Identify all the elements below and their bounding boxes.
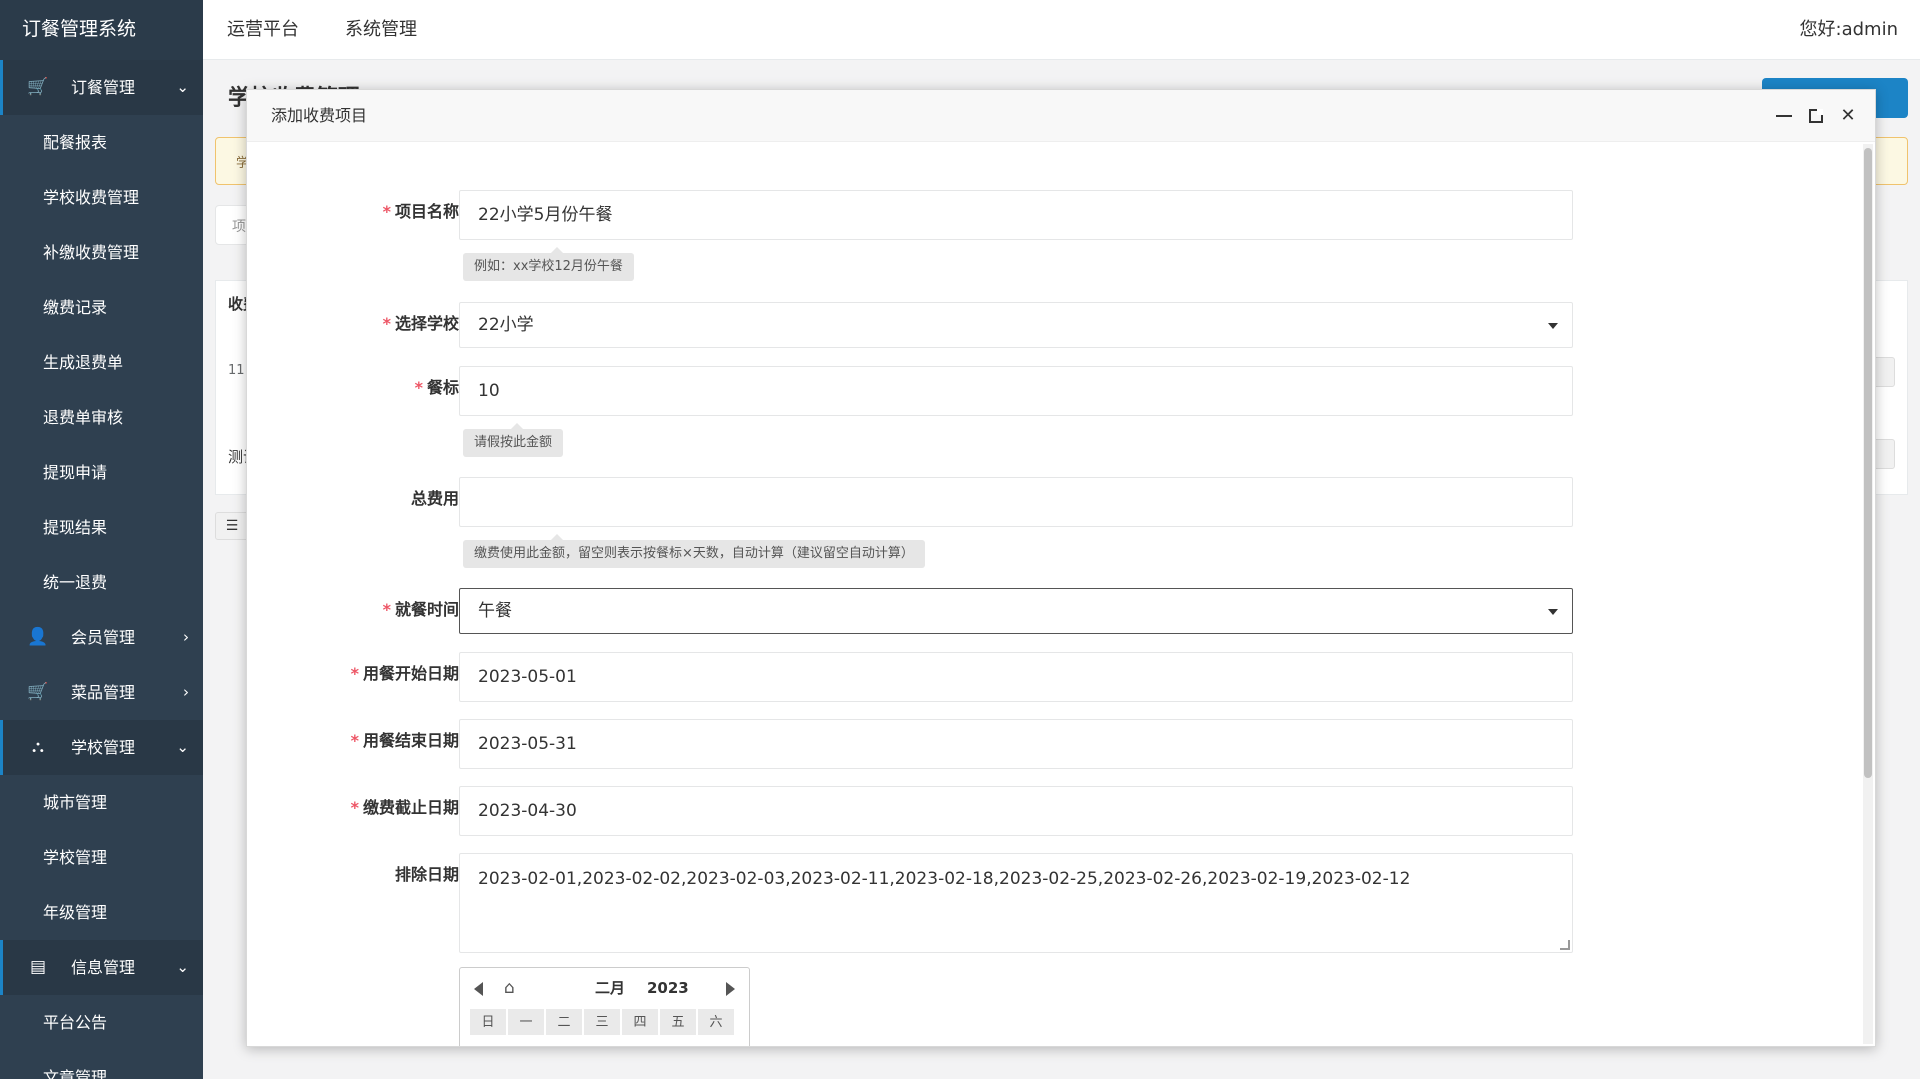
weekday-thu: 四	[621, 1008, 659, 1036]
sitemap-icon: ⛬	[32, 737, 44, 757]
chevron-right-icon: ›	[183, 628, 189, 646]
exclude-dates-value: 2023-02-01,2023-02-02,2023-02-03,2023-02…	[478, 869, 1411, 889]
sidebar-item-withdraw-request[interactable]: 提现申请	[0, 445, 203, 500]
sidebar-item-school-fee[interactable]: 学校收费管理	[0, 170, 203, 225]
menu-group-school[interactable]: ⛬ 学校管理 ⌄	[0, 720, 203, 775]
meal-time-label: * 就餐时间	[382, 600, 459, 619]
chevron-down-icon: ⌄	[176, 958, 189, 976]
date-picker: ⌂ 二月 2023 日 一 二 三 四 五 六	[459, 967, 750, 1046]
deadline-input[interactable]: 2023-04-30	[459, 786, 1573, 836]
chevron-down-icon: ⌄	[176, 78, 189, 96]
project-name-label: * 项目名称	[382, 202, 459, 221]
school-select[interactable]: 22小学	[459, 302, 1573, 348]
sidebar-item-payment-records[interactable]: 缴费记录	[0, 280, 203, 335]
table-row: 11	[228, 363, 245, 378]
meal-time-select[interactable]: 午餐	[459, 588, 1573, 634]
exclude-dates-textarea[interactable]: 2023-02-01,2023-02-02,2023-02-03,2023-02…	[459, 853, 1573, 953]
meal-standard-hint: 请假按此金额	[463, 423, 564, 457]
deadline-label: * 缴费截止日期	[350, 798, 459, 817]
sidebar-item-grade[interactable]: 年级管理	[0, 885, 203, 940]
scroll-thumb[interactable]	[1864, 148, 1872, 778]
menu-group-label: 订餐管理	[71, 78, 136, 97]
meal-standard-label: * 餐标	[414, 378, 459, 397]
menu-group-label: 信息管理	[71, 958, 136, 977]
menu-group-label: 菜品管理	[71, 683, 136, 702]
start-date-label: * 用餐开始日期	[350, 664, 459, 683]
close-icon[interactable]: ✕	[1839, 107, 1857, 125]
project-name-input[interactable]: 22小学5月份午餐	[459, 190, 1573, 240]
dialog-header: 添加收费项目 ✕	[247, 90, 1875, 142]
total-fee-label: 总费用	[410, 489, 459, 508]
weekday-mon: 一	[507, 1008, 545, 1036]
calendar-month[interactable]: 二月	[595, 968, 625, 1008]
topnav-operations[interactable]: 运营平台	[227, 0, 299, 60]
menu-group-member[interactable]: 👤 会员管理 ›	[0, 610, 203, 665]
caret-down-icon	[1548, 323, 1558, 329]
sidebar-item-refund-review[interactable]: 退费单审核	[0, 390, 203, 445]
weekday-tue: 二	[545, 1008, 583, 1036]
calendar-year[interactable]: 2023	[647, 968, 689, 1008]
school-label: * 选择学校	[382, 314, 459, 333]
menu-group-label: 学校管理	[71, 738, 136, 757]
weekday-wed: 三	[583, 1008, 621, 1036]
home-icon[interactable]: ⌂	[504, 968, 515, 1008]
sidebar-item-supplementary-fee[interactable]: 补缴收费管理	[0, 225, 203, 280]
sidebar-item-school[interactable]: 学校管理	[0, 830, 203, 885]
school-select-value: 22小学	[478, 315, 534, 335]
sidebar-item-meal-report[interactable]: 配餐报表	[0, 115, 203, 170]
topnav-system[interactable]: 系统管理	[345, 0, 417, 60]
sidebar-item-articles[interactable]: 文章管理	[0, 1050, 203, 1079]
add-fee-item-dialog: 添加收费项目 ✕ * 项目名称 22小学5月份午餐 例如：xx学校12月份午餐 *…	[246, 89, 1876, 1047]
maximize-icon[interactable]	[1807, 107, 1825, 125]
date-picker-header: ⌂ 二月 2023	[460, 968, 749, 1008]
sidebar-item-unified-refund[interactable]: 统一退费	[0, 555, 203, 610]
end-date-input[interactable]: 2023-05-31	[459, 719, 1573, 769]
resize-handle-icon[interactable]	[1560, 940, 1570, 950]
cart-icon: 🛒	[27, 682, 49, 702]
caret-down-icon	[1548, 609, 1558, 615]
weekday-fri: 五	[659, 1008, 697, 1036]
weekday-sat: 六	[697, 1008, 735, 1036]
sidebar-item-generate-refund[interactable]: 生成退费单	[0, 335, 203, 390]
exclude-dates-label: 排除日期	[394, 865, 459, 884]
next-month-icon[interactable]	[726, 982, 735, 996]
chevron-right-icon: ›	[183, 683, 189, 701]
dialog-title: 添加收费项目	[271, 106, 368, 125]
meal-standard-input[interactable]: 10	[459, 366, 1573, 416]
menu-group-label: 会员管理	[71, 628, 136, 647]
weekday-sun: 日	[469, 1008, 507, 1036]
calendar-weekdays: 日 一 二 三 四 五 六	[469, 1008, 735, 1036]
minimize-icon[interactable]	[1775, 107, 1793, 125]
project-name-hint: 例如：xx学校12月份午餐	[463, 247, 634, 281]
list-icon[interactable]: ☰	[215, 512, 249, 540]
menu-group-dishes[interactable]: 🛒 菜品管理 ›	[0, 665, 203, 720]
sidebar: 订餐管理系统 🛒 订餐管理 ⌄ 配餐报表 学校收费管理 补缴收费管理 缴费记录 …	[0, 0, 203, 1079]
total-fee-hint: 缴费使用此金额，留空则表示按餐标×天数，自动计算（建议留空自动计算）	[463, 534, 925, 568]
menu-group-info[interactable]: ▤ 信息管理 ⌄	[0, 940, 203, 995]
prev-month-icon[interactable]	[474, 982, 483, 996]
user-icon: 👤	[27, 627, 49, 647]
search-placeholder: 项	[232, 219, 246, 235]
total-fee-input[interactable]	[459, 477, 1573, 527]
top-bar: 运营平台 系统管理 您好:admin	[203, 0, 1920, 60]
cart-icon: 🛒	[27, 77, 49, 97]
end-date-label: * 用餐结束日期	[350, 731, 459, 750]
start-date-input[interactable]: 2023-05-01	[459, 652, 1573, 702]
dialog-scrollbar[interactable]	[1863, 144, 1873, 1044]
chevron-down-icon: ⌄	[176, 738, 189, 756]
sidebar-item-city[interactable]: 城市管理	[0, 775, 203, 830]
sidebar-item-announcement[interactable]: 平台公告	[0, 995, 203, 1050]
meal-time-select-value: 午餐	[478, 601, 512, 621]
newspaper-icon: ▤	[29, 957, 47, 977]
sidebar-item-withdraw-result[interactable]: 提现结果	[0, 500, 203, 555]
user-greeting[interactable]: 您好:admin	[1800, 0, 1898, 60]
app-logo: 订餐管理系统	[0, 0, 203, 60]
menu-group-order[interactable]: 🛒 订餐管理 ⌄	[0, 60, 203, 115]
